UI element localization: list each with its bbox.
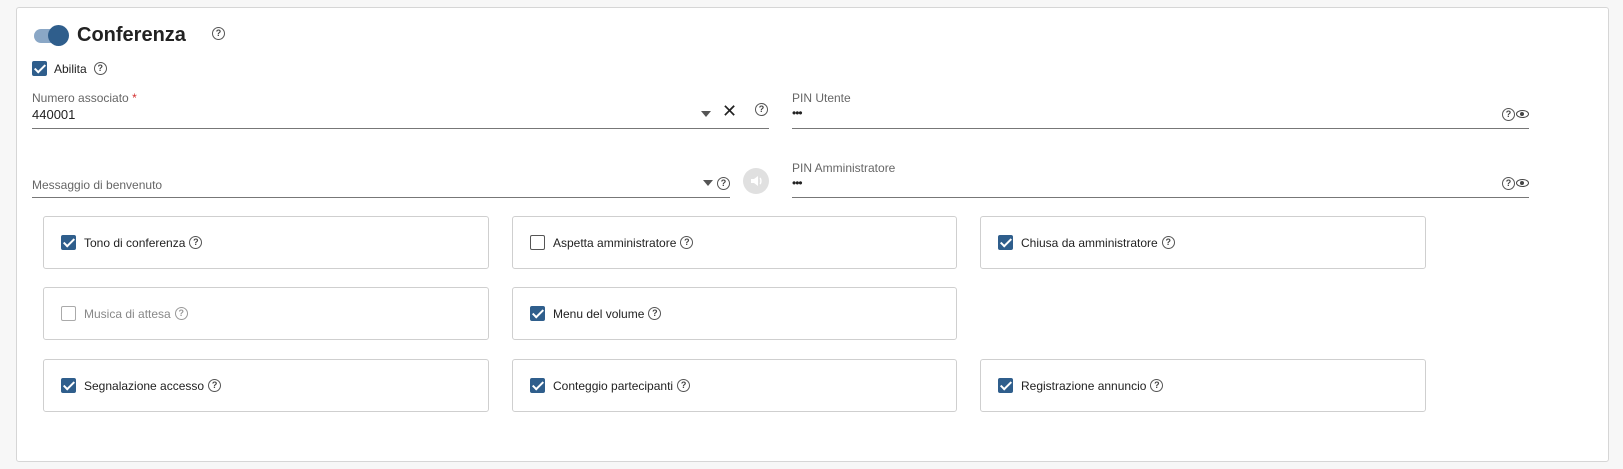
option-label: Chiusa da amministratore <box>1021 235 1158 250</box>
checkbox[interactable] <box>530 235 545 250</box>
checkbox[interactable] <box>61 235 76 250</box>
option-aspetta-amministratore[interactable]: Aspetta amministratore? <box>512 216 957 269</box>
section-title: Conferenza <box>77 24 186 46</box>
help-icon[interactable]: ? <box>93 62 107 75</box>
help-icon[interactable]: ? <box>1161 236 1175 249</box>
help-icon[interactable]: ? <box>677 379 691 392</box>
option-label: Registrazione annuncio <box>1021 378 1147 393</box>
dropdown-caret-icon[interactable] <box>703 180 713 186</box>
pin-amministratore-underline <box>792 197 1529 198</box>
help-icon[interactable]: ? <box>755 103 768 116</box>
checkbox[interactable] <box>998 378 1013 393</box>
checkbox[interactable] <box>61 378 76 393</box>
help-icon[interactable]: ? <box>208 379 222 392</box>
conferenza-toggle[interactable] <box>34 25 69 46</box>
pin-amministratore-value[interactable]: ••• <box>792 176 803 190</box>
enable-checkbox-row[interactable]: Abilita ? <box>32 61 107 76</box>
option-conteggio-partecipanti[interactable]: Conteggio partecipanti? <box>512 359 957 412</box>
numero-associato-value[interactable]: 440001 <box>32 107 75 122</box>
eye-icon[interactable] <box>1516 179 1529 187</box>
option-segnalazione-accesso[interactable]: Segnalazione accesso? <box>43 359 489 412</box>
enable-checkbox[interactable] <box>32 61 47 76</box>
option-label: Tono di conferenza <box>84 235 186 250</box>
option-label: Menu del volume <box>553 306 645 321</box>
help-icon[interactable]: ? <box>189 236 203 249</box>
messaggio-benvenuto-label[interactable]: Messaggio di benvenuto <box>32 178 162 192</box>
option-label: Conteggio partecipanti <box>553 378 674 393</box>
pin-utente-label: PIN Utente <box>792 91 851 105</box>
help-icon[interactable]: ? <box>1150 379 1164 392</box>
clear-icon[interactable]: ✕ <box>722 102 737 120</box>
messaggio-benvenuto-underline <box>32 197 730 198</box>
pin-utente-value[interactable]: ••• <box>792 106 803 120</box>
option-label: Musica di attesa <box>84 306 171 321</box>
option-menu-del-volume[interactable]: Menu del volume? <box>512 287 957 340</box>
eye-icon[interactable] <box>1516 110 1529 118</box>
option-label: Aspetta amministratore <box>553 235 677 250</box>
help-icon[interactable]: ? <box>680 236 694 249</box>
numero-associato-label-text: Numero associato <box>32 91 129 105</box>
option-musica-di-attesa: Musica di attesa? <box>43 287 489 340</box>
option-tono-conferenza[interactable]: Tono di conferenza? <box>43 216 489 269</box>
help-icon[interactable]: ? <box>717 177 730 190</box>
toggle-knob <box>48 25 69 46</box>
numero-associato-underline <box>32 128 769 129</box>
option-chiusa-da-amministratore[interactable]: Chiusa da amministratore? <box>980 216 1426 269</box>
checkbox <box>61 306 76 321</box>
help-icon[interactable]: ? <box>212 27 225 40</box>
checkbox[interactable] <box>530 378 545 393</box>
dropdown-caret-icon[interactable] <box>701 111 711 117</box>
required-mark: * <box>132 91 137 105</box>
checkbox[interactable] <box>530 306 545 321</box>
help-icon[interactable]: ? <box>1502 177 1515 190</box>
pin-amministratore-label: PIN Amministratore <box>792 161 896 175</box>
pin-utente-underline <box>792 128 1529 129</box>
enable-label: Abilita <box>54 61 87 76</box>
checkbox[interactable] <box>998 235 1013 250</box>
help-icon[interactable]: ? <box>174 307 188 320</box>
numero-associato-label: Numero associato * <box>32 91 137 105</box>
speaker-icon <box>751 176 762 186</box>
help-icon[interactable]: ? <box>648 307 662 320</box>
option-registrazione-annuncio[interactable]: Registrazione annuncio? <box>980 359 1426 412</box>
help-icon[interactable]: ? <box>1502 108 1515 121</box>
option-label: Segnalazione accesso <box>84 378 205 393</box>
speaker-button[interactable] <box>743 168 769 194</box>
